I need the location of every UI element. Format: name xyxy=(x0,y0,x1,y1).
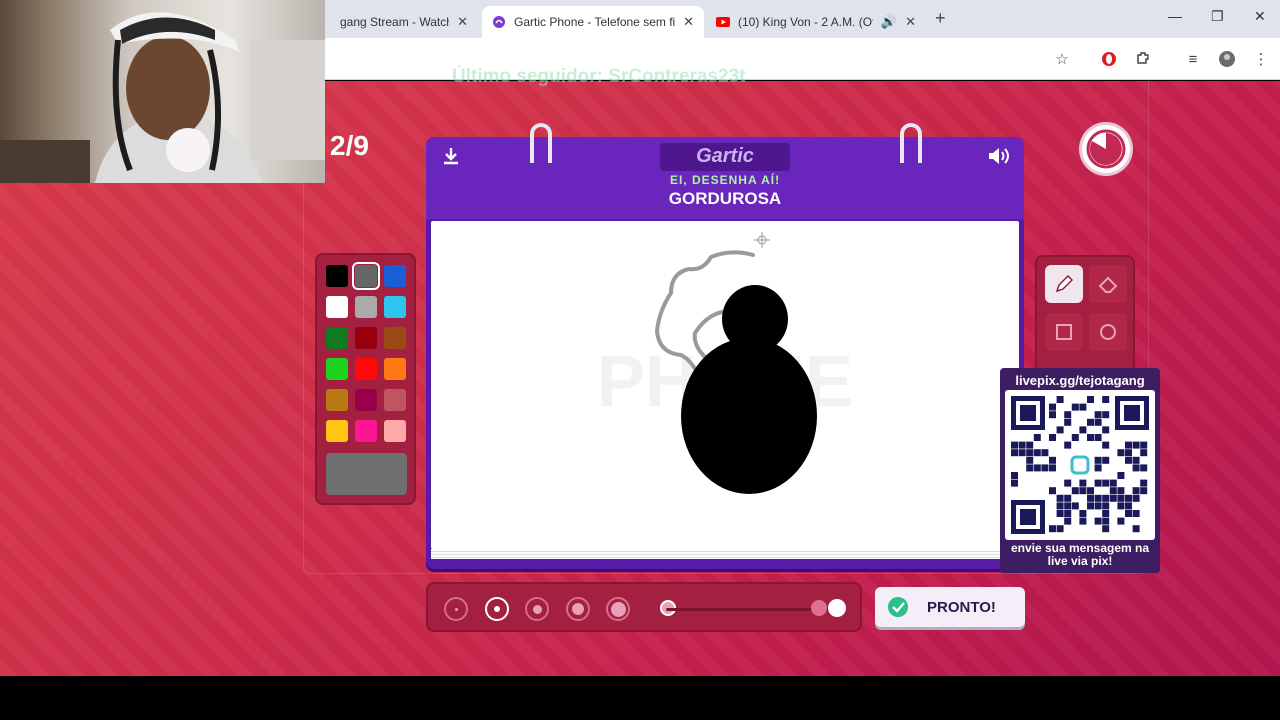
youtube-icon xyxy=(716,15,730,29)
color-swatch[interactable] xyxy=(384,327,406,349)
color-swatch[interactable] xyxy=(355,327,377,349)
color-swatch[interactable] xyxy=(384,296,406,318)
color-swatch[interactable] xyxy=(326,327,348,349)
round-counter: 2/9 xyxy=(330,130,369,161)
webcam-overlay xyxy=(0,0,325,183)
rectangle-icon xyxy=(1056,324,1072,340)
color-swatch[interactable] xyxy=(326,358,348,380)
drawing-content: PHONE xyxy=(597,232,853,494)
brush-size-dot xyxy=(610,601,626,617)
menu-kebab-icon[interactable]: ⋮ xyxy=(1252,50,1270,68)
color-palette xyxy=(315,253,416,505)
pencil-icon xyxy=(1055,275,1073,293)
check-badge-icon xyxy=(888,597,908,617)
donation-qr-overlay: livepix.gg/tejotagang envie sua mensagem… xyxy=(1000,368,1160,573)
ellipse-tool[interactable] xyxy=(1089,313,1127,351)
binder-ring-left xyxy=(530,123,552,163)
color-swatch[interactable] xyxy=(355,358,377,380)
pencil-tool[interactable] xyxy=(1045,265,1083,303)
window-close-icon[interactable]: ✕ xyxy=(1254,8,1266,25)
tab-title: gang Stream - Watch Live xyxy=(340,15,449,29)
eraser-icon xyxy=(1098,276,1118,293)
prompt-label: EI, DESENHA AÍ! xyxy=(669,173,781,187)
color-swatch[interactable] xyxy=(355,420,377,442)
rectangle-tool[interactable] xyxy=(1045,313,1083,351)
media-icon[interactable]: ≡ xyxy=(1184,50,1202,68)
opacity-slider-handle[interactable] xyxy=(810,600,827,616)
circle-icon xyxy=(1100,324,1116,340)
brush-size-dot xyxy=(454,607,458,611)
qr-code xyxy=(1005,390,1155,540)
color-swatch[interactable] xyxy=(384,358,406,380)
brush-size-dot xyxy=(532,604,542,614)
binder-ring-right xyxy=(900,123,922,163)
color-swatch[interactable] xyxy=(326,296,348,318)
donation-message: envie sua mensagem na live via pix! xyxy=(1010,541,1150,568)
brush-options-bar xyxy=(426,582,862,632)
new-tab-button[interactable]: + xyxy=(935,8,946,29)
current-color-preview xyxy=(326,453,407,495)
timer-icon xyxy=(1082,125,1130,173)
brush-size-dot xyxy=(493,606,500,612)
phone-icon xyxy=(492,15,506,29)
eraser-tool[interactable] xyxy=(1089,265,1127,303)
gartic-logo: Gartic xyxy=(696,145,754,167)
brush-size-button[interactable] xyxy=(606,597,630,621)
taskbar-area xyxy=(0,676,1280,720)
pad-header: Gartic EI, DESENHA AÍ! GORDUROSA xyxy=(426,137,1024,219)
volume-icon[interactable] xyxy=(986,145,1012,167)
color-swatch[interactable] xyxy=(326,265,348,287)
logo-container: Gartic xyxy=(660,143,790,171)
donation-url: livepix.gg/tejotagang xyxy=(1015,373,1145,388)
crosshair-cursor-icon xyxy=(754,232,770,248)
done-button-label: PRONTO! xyxy=(927,598,996,616)
color-swatch[interactable] xyxy=(384,420,406,442)
color-swatch[interactable] xyxy=(355,389,377,411)
color-swatch[interactable] xyxy=(326,420,348,442)
drawn-body xyxy=(681,338,817,494)
profile-avatar-icon[interactable] xyxy=(1218,50,1236,68)
download-icon[interactable] xyxy=(440,145,462,167)
minimize-icon[interactable]: — xyxy=(1168,8,1182,24)
brush-size-dot xyxy=(571,603,584,615)
pad-pages xyxy=(431,549,1019,559)
color-swatch[interactable] xyxy=(355,296,377,318)
brush-size-button[interactable] xyxy=(525,597,549,621)
color-swatch[interactable] xyxy=(384,389,406,411)
color-swatch[interactable] xyxy=(352,262,380,290)
color-swatch[interactable] xyxy=(384,265,406,287)
tab-title: Gartic Phone - Telefone sem fio xyxy=(514,15,676,29)
last-follower-overlay: Último seguidor: SrContreras23t xyxy=(452,66,746,87)
brush-size-button[interactable] xyxy=(565,597,590,621)
drawing-pad: Gartic EI, DESENHA AÍ! GORDUROSA PHONE xyxy=(426,123,1024,569)
opacity-max-icon xyxy=(828,599,846,617)
tab-title: (10) King Von - 2 A.M. (Offic xyxy=(738,15,873,29)
prompt-word: GORDUROSA xyxy=(668,189,782,208)
brush-size-button[interactable] xyxy=(444,597,468,621)
tool-panel xyxy=(1035,255,1135,375)
brush-size-button[interactable] xyxy=(484,597,509,621)
done-button[interactable]: PRONTO! xyxy=(875,587,1025,627)
drawing-canvas[interactable]: PHONE xyxy=(431,221,1019,549)
color-swatch[interactable] xyxy=(326,389,348,411)
restore-icon[interactable]: ❐ xyxy=(1211,8,1224,25)
